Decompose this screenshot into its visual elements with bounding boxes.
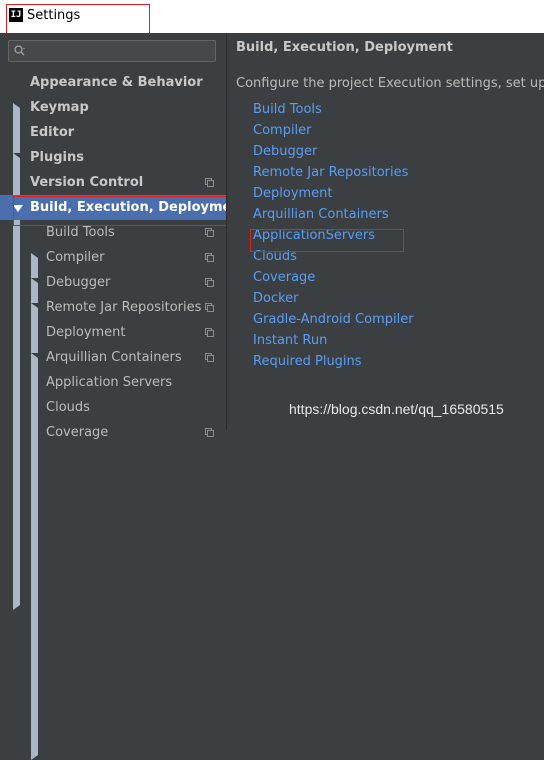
link-debugger[interactable]: Debugger [253,141,317,162]
title-bar: IJ Settings [0,0,544,33]
link-instant-run[interactable]: Instant Run [253,330,327,351]
tree-item-label: Coverage [46,425,109,440]
tree-item-label: Plugins [30,150,84,165]
tree-item-version-control[interactable]: Version Control [0,170,337,610]
project-settings-icon [205,228,214,237]
tree-item-label: Compiler [46,250,105,265]
tree-item-clouds[interactable]: Clouds [0,395,226,420]
link-build-tools[interactable]: Build Tools [253,99,322,120]
project-settings-icon [205,428,214,437]
settings-tree-panel: Appearance & Behavior Keymap Editor Plugins… [0,33,355,760]
link-arquillian-containers[interactable]: Arquillian Containers [253,204,389,225]
tree-item-label: Arquillian Containers [46,350,182,365]
tree-item-label: Deployment [46,325,126,340]
tree-item-build-execution-deployment[interactable]: Build, Execution, Deployment [0,195,247,220]
tree-item-deployment[interactable]: Deployment [0,320,355,760]
project-settings-icon [205,353,214,362]
tree-item-keymap[interactable]: Keymap [0,95,226,120]
page-description: Configure the project Execution settings… [236,76,544,91]
link-gradle-android-compiler[interactable]: Gradle-Android Compiler [253,309,414,330]
tree-item-label: Version Control [30,175,144,190]
tree-item-build-tools[interactable]: Build Tools [0,220,355,660]
link-applicationservers[interactable]: ApplicationServers [253,225,375,246]
tree-item-label: Application Servers [46,375,173,390]
tree-item-coverage[interactable]: Coverage [0,420,226,445]
search-input[interactable] [8,40,216,62]
tree-item-label: Build Tools [46,225,115,240]
tree-item-label: Editor [30,125,75,140]
tree-item-debugger[interactable]: Debugger [0,270,355,710]
tree-item-compiler[interactable]: Compiler [0,245,355,685]
link-docker[interactable]: Docker [253,288,299,309]
tree-item-plugins[interactable]: Plugins [0,145,226,170]
link-required-plugins[interactable]: Required Plugins [253,351,362,372]
search-icon [14,45,25,56]
project-settings-icon [205,278,214,287]
link-deployment[interactable]: Deployment [253,183,333,204]
intellij-logo-icon: IJ [9,8,23,22]
tree-item-label: Appearance & Behavior [30,75,203,90]
project-settings-icon [205,178,214,187]
project-settings-icon [205,253,214,262]
tree-item-arquillian-containers[interactable]: Arquillian Containers [0,345,226,370]
link-coverage[interactable]: Coverage [253,267,315,288]
tree-item-label: Keymap [30,100,89,115]
tree-item-appearance-behavior[interactable]: Appearance & Behavior [0,70,337,510]
tree-item-label: Clouds [46,400,90,415]
content-panel: Build, Execution, Deployment Configure t… [227,33,544,430]
chevron-down-icon[interactable] [13,205,23,212]
link-remote-jar-repositories[interactable]: Remote Jar Repositories [253,162,408,183]
project-settings-icon [205,328,214,337]
tree-item-application-servers[interactable]: Application Servers [0,370,226,395]
link-compiler[interactable]: Compiler [253,120,312,141]
tree-item-label: Debugger [46,275,111,290]
tree-item-label: Remote Jar Repositories [46,300,202,315]
tree-item-editor[interactable]: Editor [0,120,337,560]
tree-item-label: Build, Execution, Deployment [30,200,247,215]
project-settings-icon [205,303,214,312]
link-clouds[interactable]: Clouds [253,246,297,267]
page-title: Build, Execution, Deployment [236,40,453,55]
watermark: https://blog.csdn.net/qq_16580515 [289,401,504,417]
window-title: Settings [27,8,81,23]
tree-item-remote-jar-repositories[interactable]: Remote Jar Repositories [0,295,226,320]
